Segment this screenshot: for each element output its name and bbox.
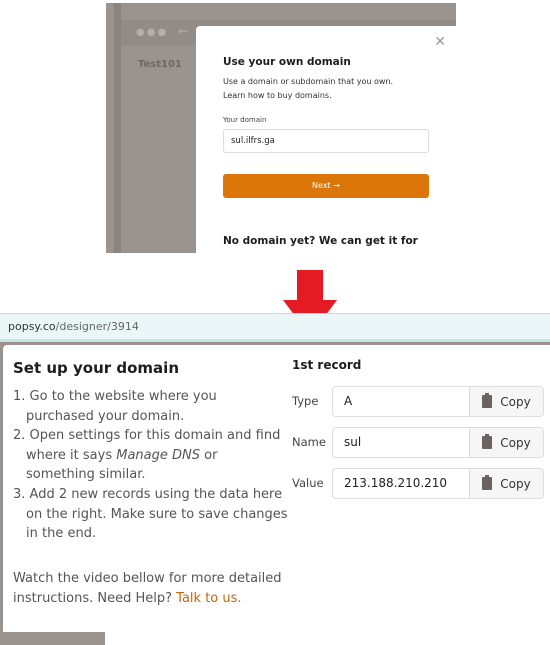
modal-description: Use a domain or subdomain that you own. … <box>223 75 393 103</box>
clipboard-icon <box>482 393 493 408</box>
copy-button[interactable]: Copy <box>469 387 543 416</box>
step-item: 3. Add 2 new records using the data here… <box>13 486 288 542</box>
modal-title: Use your own domain <box>223 56 351 68</box>
copy-button[interactable]: Copy <box>469 469 543 498</box>
sidebar-strip <box>114 3 121 253</box>
close-icon[interactable]: ✕ <box>434 34 446 50</box>
learn-link[interactable]: Learn how to buy domains. <box>223 89 393 103</box>
domain-input[interactable]: sul.ilfrs.ga <box>223 129 429 153</box>
record-row-name: Name sul Copy <box>292 427 544 458</box>
record-title: 1st record <box>292 358 362 372</box>
address-bar[interactable]: popsy.co/designer/3914 <box>0 313 550 342</box>
record-label: Type <box>292 394 319 408</box>
use-own-domain-modal: ✕ Use your own domain Use a domain or su… <box>196 26 456 253</box>
record-value[interactable]: A <box>333 387 469 416</box>
help-text: Watch the video bellow for more detailed… <box>13 571 282 606</box>
clipboard-icon <box>482 434 493 449</box>
description-line: Use a domain or subdomain that you own. <box>223 77 394 86</box>
setup-domain-modal: Set up your domain 1. Go to the website … <box>3 345 550 632</box>
project-name: Test101 <box>138 59 182 70</box>
backdrop-gap <box>105 632 550 645</box>
record-row-type: Type A Copy <box>292 386 544 417</box>
step-item: 1. Go to the website where you purchased… <box>13 389 217 424</box>
no-domain-heading: No domain yet? We can get it for <box>223 235 418 247</box>
record-label: Value <box>292 476 324 490</box>
modal-title: Set up your domain <box>13 359 180 377</box>
clipboard-icon <box>482 475 493 490</box>
next-button[interactable]: Next → <box>223 174 429 198</box>
back-arrow-icon[interactable]: ← <box>178 24 188 38</box>
domain-label: Your domain <box>223 116 267 124</box>
steps-list: 1. Go to the website where you purchased… <box>13 387 288 544</box>
step-item: 2. Open settings for this domain and fin… <box>13 428 281 483</box>
window-dots-icon: ●●● <box>136 27 169 38</box>
url-host: popsy.co <box>8 320 56 333</box>
record-value[interactable]: sul <box>333 428 469 457</box>
talk-to-us-link[interactable]: Talk to us. <box>176 591 241 606</box>
record-row-value: Value 213.188.210.210 Copy <box>292 468 544 499</box>
record-label: Name <box>292 435 326 449</box>
record-value[interactable]: 213.188.210.210 <box>333 469 469 498</box>
url-path: /designer/3914 <box>55 320 139 333</box>
copy-button[interactable]: Copy <box>469 428 543 457</box>
top-screenshot: ●●● ← Test101 ✕ Use your own domain Use … <box>106 3 456 253</box>
